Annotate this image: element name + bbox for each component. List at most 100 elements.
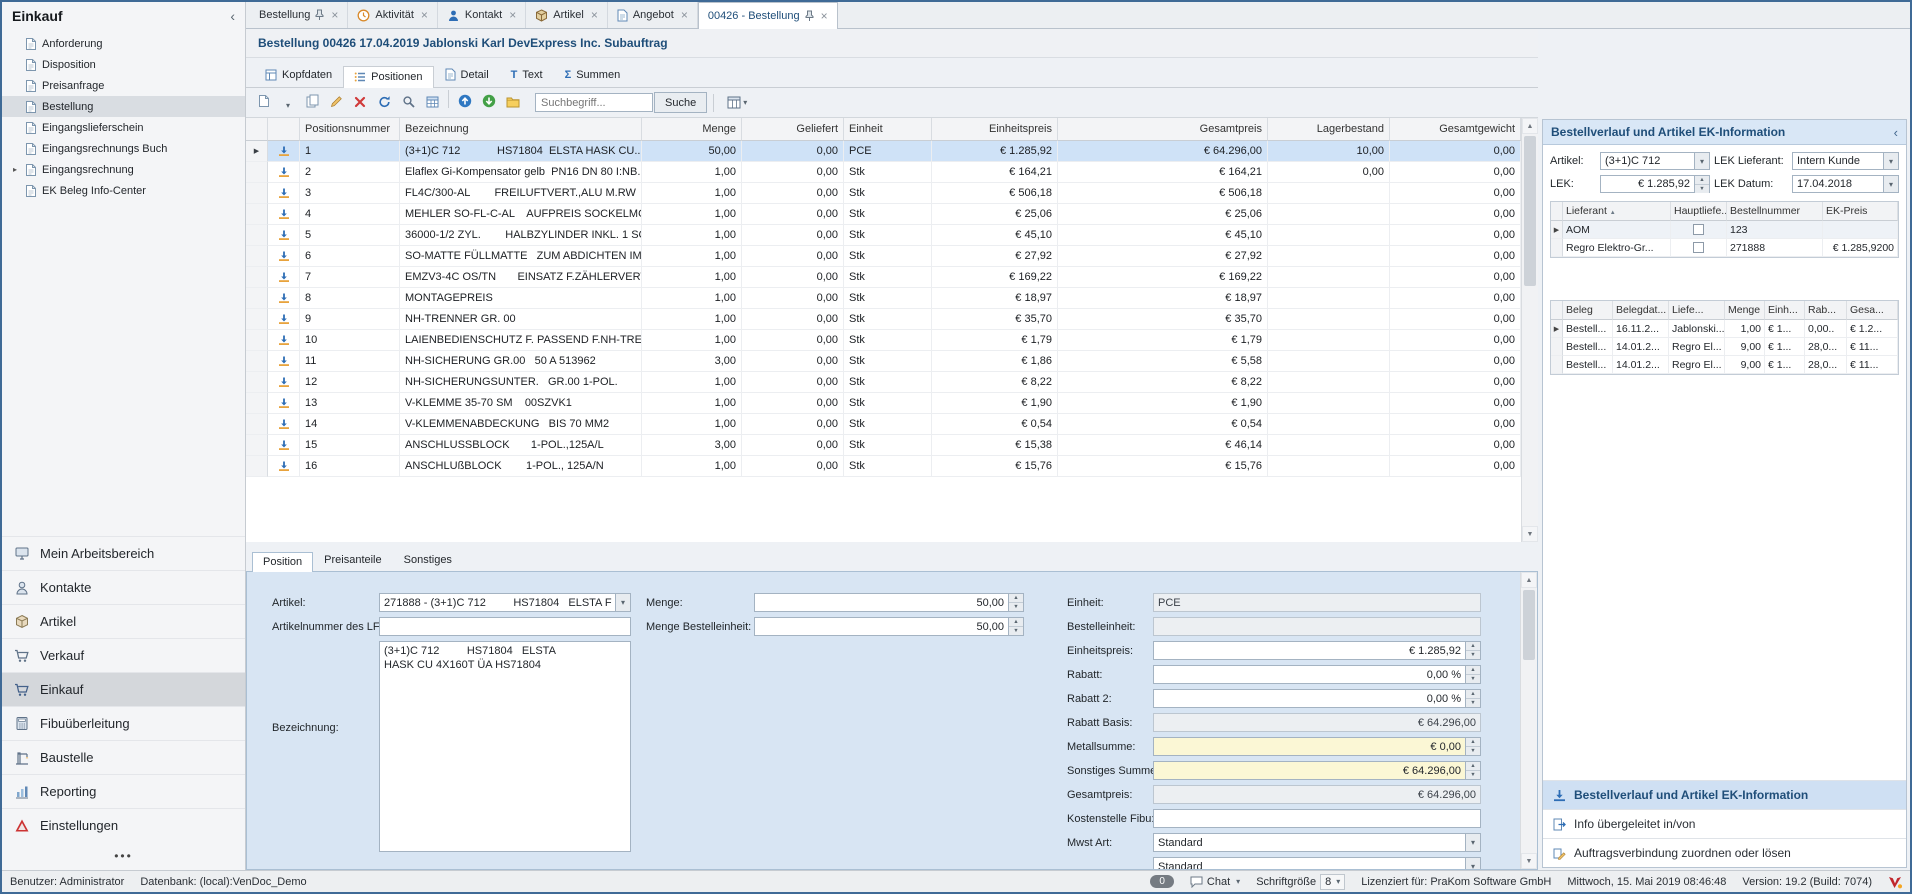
column-header-geliefert[interactable]: Geliefert [742, 118, 844, 141]
table-button[interactable] [420, 91, 444, 113]
supplier-column-hauptlieferant[interactable]: Hauptliefe... [1671, 202, 1727, 221]
kostenstelle_fibu-field[interactable] [1153, 809, 1481, 828]
view-tab-kopfdaten[interactable]: Kopfdaten [254, 64, 343, 87]
nav-item-einstellungen[interactable]: Einstellungen [2, 808, 245, 842]
supplier-row[interactable]: ▶AOM123 [1551, 221, 1898, 239]
nav-item-fibuüberleitung[interactable]: Fibuüberleitung [2, 706, 245, 740]
column-header-einheit[interactable]: Einheit [844, 118, 932, 141]
spinner-buttons[interactable]: ▲▼ [1465, 762, 1480, 779]
scroll-down-icon[interactable]: ▼ [1522, 526, 1538, 542]
tab-artikel[interactable]: Artikel× [526, 2, 608, 28]
table-row[interactable]: 10LAIENBEDIENSCHUTZ F. PASSEND F.NH-TREN… [246, 330, 1521, 351]
spinner-buttons[interactable]: ▲▼ [1008, 594, 1023, 611]
view-tab-detail[interactable]: Detail [434, 63, 500, 87]
sidebar-item-eingangsrechnung[interactable]: ▸Eingangsrechnung [2, 159, 245, 180]
table-row[interactable]: 2Elaflex Gi-Kompensator gelb PN16 DN 80 … [246, 162, 1521, 183]
scroll-up-icon[interactable]: ▲ [1521, 572, 1537, 588]
view-tab-summen[interactable]: ΣSummen [554, 64, 632, 87]
order-row[interactable]: ▶Bestell...16.11.2...Jablonski...1,00€ 1… [1551, 320, 1898, 338]
upload-button[interactable] [453, 90, 477, 112]
nav-overflow-button[interactable]: ••• [2, 842, 245, 870]
artikelnummer_lf-field[interactable] [379, 617, 631, 636]
mwst_art-field[interactable]: Standard▾ [1153, 833, 1481, 852]
column-header-positionsnummer[interactable]: Positionsnummer [300, 118, 400, 141]
sidebar-item-anforderung[interactable]: Anforderung [2, 33, 245, 54]
order-row[interactable]: Bestell...14.01.2...Regro El...9,00€ 1..… [1551, 338, 1898, 356]
find-edit-button[interactable] [396, 90, 420, 112]
copy-button[interactable] [300, 90, 324, 112]
nav-item-mein-arbeitsbereich[interactable]: Mein Arbeitsbereich [2, 536, 245, 570]
table-row[interactable]: 8MONTAGEPREIS1,000,00Stk€ 18,97€ 18,970,… [246, 288, 1521, 309]
grid-scrollbar[interactable]: ▲ ▼ [1521, 118, 1538, 542]
sidebar-item-bestellung[interactable]: Bestellung [2, 96, 245, 117]
artikel-field[interactable]: 271888 - (3+1)C 712 HS71804 ELSTA F▾ [379, 593, 631, 612]
layout-button[interactable]: ▾ [720, 92, 754, 114]
search-input[interactable] [535, 93, 653, 112]
einheitspreis-field[interactable]: € 1.285,92▲▼ [1153, 641, 1481, 660]
info-panel-header[interactable]: Bestellverlauf und Artikel EK-Informatio… [1543, 120, 1906, 145]
order-column-2[interactable]: Liefe... [1669, 301, 1725, 320]
table-row[interactable]: ▶1(3+1)C 712 HS71804 ELSTA HASK CU...50,… [246, 141, 1521, 162]
sidebar-item-ek-beleg-info-center[interactable]: EK Beleg Info-Center [2, 180, 245, 201]
delete-button[interactable] [348, 91, 372, 113]
sidebar-item-eingangsrechnungs-buch[interactable]: Eingangsrechnungs Buch [2, 138, 245, 159]
order-column-5[interactable]: Rab... [1805, 301, 1847, 320]
tab-kontakt[interactable]: Kontakt× [438, 2, 526, 28]
spinner-buttons[interactable]: ▲▼ [1008, 618, 1023, 635]
spinner-buttons[interactable]: ▲▼ [1465, 666, 1480, 683]
rp-lek-datum-combo[interactable]: 17.04.2018 ▾ [1792, 175, 1899, 193]
panel-action-auftragsverbindung-zuordnen-oder[interactable]: Auftragsverbindung zuordnen oder lösen [1543, 838, 1906, 867]
einheit-field[interactable]: PCE [1153, 593, 1481, 612]
detail-tab-sonstiges[interactable]: Sonstiges [393, 550, 463, 571]
edit-button[interactable] [324, 90, 348, 112]
nav-item-verkauf[interactable]: Verkauf [2, 638, 245, 672]
column-header-gesamtpreis[interactable]: Gesamtpreis [1058, 118, 1268, 141]
tab-close-icon[interactable]: × [821, 9, 828, 23]
download-button[interactable] [477, 90, 501, 112]
nav-item-einkauf[interactable]: Einkauf [2, 672, 245, 706]
tab-bestellung[interactable]: Bestellung× [250, 2, 348, 28]
scroll-up-icon[interactable]: ▲ [1522, 118, 1538, 134]
sidebar-item-preisanfrage[interactable]: Preisanfrage [2, 75, 245, 96]
chat-button[interactable]: Chat ▾ [1190, 876, 1240, 888]
sidebar-item-disposition[interactable]: Disposition [2, 54, 245, 75]
scroll-down-icon[interactable]: ▼ [1521, 853, 1537, 869]
menge_bestelleinheit-field[interactable]: 50,00▲▼ [754, 617, 1024, 636]
table-row[interactable]: 9NH-TRENNER GR. 001,000,00Stk€ 35,70€ 35… [246, 309, 1521, 330]
column-header-menge[interactable]: Menge [642, 118, 742, 141]
dropdown-button[interactable]: ▾ [276, 94, 300, 116]
table-row[interactable]: 12NH-SICHERUNGSUNTER. GR.00 1-POL.1,000,… [246, 372, 1521, 393]
detail-tab-preisanteile[interactable]: Preisanteile [313, 550, 392, 571]
nav-item-baustelle[interactable]: Baustelle [2, 740, 245, 774]
table-row[interactable]: 7EMZV3-4C OS/TN EINSATZ F.ZÄHLERVERT...1… [246, 267, 1521, 288]
spinner-buttons[interactable]: ▲▼ [1694, 176, 1709, 192]
rabatt-field[interactable]: 0,00 %▲▼ [1153, 665, 1481, 684]
order-row[interactable]: Bestell...14.01.2...Regro El...9,00€ 1..… [1551, 356, 1898, 374]
gesamtpreis-field[interactable]: € 64.296,00 [1153, 785, 1481, 804]
view-tab-text[interactable]: TText [500, 64, 554, 87]
hauptlieferant-checkbox[interactable] [1693, 224, 1704, 235]
splitter[interactable] [246, 542, 1538, 550]
sidebar-item-eingangslieferschein[interactable]: Eingangslieferschein [2, 117, 245, 138]
supplier-column-ek-preis[interactable]: EK-Preis [1823, 202, 1898, 221]
table-row[interactable]: 15ANSCHLUSSBLOCK 1-POL.,125A/L3,000,00St… [246, 435, 1521, 456]
nav-item-reporting[interactable]: Reporting [2, 774, 245, 808]
chevron-down-icon[interactable]: ▾ [1465, 834, 1480, 851]
table-row[interactable]: 13V-KLEMME 35-70 SM 00SZVK11,000,00Stk€ … [246, 393, 1521, 414]
rabatt2-field[interactable]: 0,00 %▲▼ [1153, 689, 1481, 708]
order-column-0[interactable]: Beleg [1563, 301, 1613, 320]
chevron-down-icon[interactable]: ▾ [615, 594, 630, 611]
refresh-button[interactable] [372, 90, 396, 112]
nav-item-artikel[interactable]: Artikel [2, 604, 245, 638]
table-row[interactable]: 16ANSCHLUßBLOCK 1-POL., 125A/N1,000,00St… [246, 456, 1521, 477]
tab-close-icon[interactable]: × [591, 8, 598, 22]
panel-action-bestellverlauf-und-artikel-ek-in[interactable]: Bestellverlauf und Artikel EK-Informatio… [1543, 780, 1906, 809]
rp-lek-field[interactable]: € 1.285,92 ▲▼ [1600, 175, 1710, 193]
spinner-buttons[interactable]: ▲▼ [1465, 738, 1480, 755]
order-column-3[interactable]: Menge [1725, 301, 1765, 320]
spinner-buttons[interactable]: ▲▼ [1465, 690, 1480, 707]
tab-close-icon[interactable]: × [681, 8, 688, 22]
fontsize-select[interactable]: 8 ▾ [1320, 874, 1345, 890]
tab-close-icon[interactable]: × [331, 8, 338, 22]
spinner-buttons[interactable]: ▲▼ [1465, 642, 1480, 659]
